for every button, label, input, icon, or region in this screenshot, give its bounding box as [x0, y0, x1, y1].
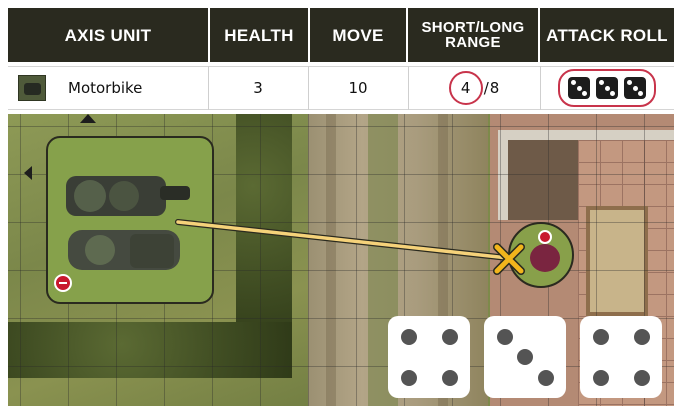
move-value: 10: [348, 79, 368, 97]
die-pip: [633, 369, 650, 386]
short-range-value: 4: [448, 71, 483, 105]
target-cross-icon: [493, 243, 525, 275]
attack-die-icon: [596, 77, 618, 99]
die-pip: [517, 349, 533, 365]
header-range-line1: SHORT/LONG: [421, 19, 525, 36]
rolled-die: [580, 316, 662, 398]
unit-name: Motorbike: [68, 79, 143, 97]
range-cell: 4 / 8: [408, 66, 540, 110]
attack-roll-cell: [540, 66, 674, 110]
header-range-line2: RANGE: [445, 34, 501, 51]
header-short-long-range: SHORT/LONG RANGE: [408, 8, 538, 62]
rolled-die: [484, 316, 566, 398]
unit-name-cell[interactable]: Motorbike: [8, 66, 208, 110]
attack-dice-group: [558, 69, 656, 107]
row-divider: [208, 66, 209, 110]
header-attack-roll: ATTACK ROLL: [540, 8, 674, 62]
die-pip: [441, 369, 458, 386]
range-values: 4 / 8: [448, 71, 500, 105]
die-pip: [582, 91, 587, 96]
die-pip: [400, 369, 417, 386]
die-pip: [537, 369, 554, 386]
health-value: 3: [253, 79, 263, 97]
die-pip: [571, 80, 576, 85]
header-move: MOVE: [310, 8, 406, 62]
unit-stat-table: AXIS UNIT HEALTH MOVE SHORT/LONG RANGE A…: [8, 8, 674, 114]
die-pip: [592, 369, 609, 386]
attack-die-icon: [568, 77, 590, 99]
die-pip: [441, 328, 458, 345]
long-range-value: 8: [489, 79, 500, 97]
game-map[interactable]: [8, 114, 674, 406]
health-cell: 3: [208, 66, 308, 110]
die-pip: [627, 80, 632, 85]
die-pip: [576, 85, 582, 91]
die-pip: [632, 85, 638, 91]
die-pip: [638, 91, 643, 96]
die-pip: [633, 328, 650, 345]
row-divider: [540, 66, 541, 110]
rolled-die: [388, 316, 470, 398]
die-pip: [599, 80, 604, 85]
header-axis-unit: AXIS UNIT: [8, 8, 208, 62]
enemy-soldier-figure: [530, 244, 560, 272]
move-cell: 10: [308, 66, 408, 110]
range-separator: /: [483, 79, 489, 97]
line-of-sight: [175, 219, 511, 261]
row-divider: [408, 66, 409, 110]
enemy-wound-marker-icon: [538, 230, 552, 244]
row-divider: [308, 66, 309, 110]
die-pip: [610, 91, 615, 96]
die-pip: [592, 328, 609, 345]
motorbike-thumbnail: [18, 75, 46, 101]
attack-die-icon: [624, 77, 646, 99]
die-pip: [400, 328, 417, 345]
header-health: HEALTH: [210, 8, 308, 62]
die-pip: [604, 85, 610, 91]
die-pip: [496, 328, 513, 345]
